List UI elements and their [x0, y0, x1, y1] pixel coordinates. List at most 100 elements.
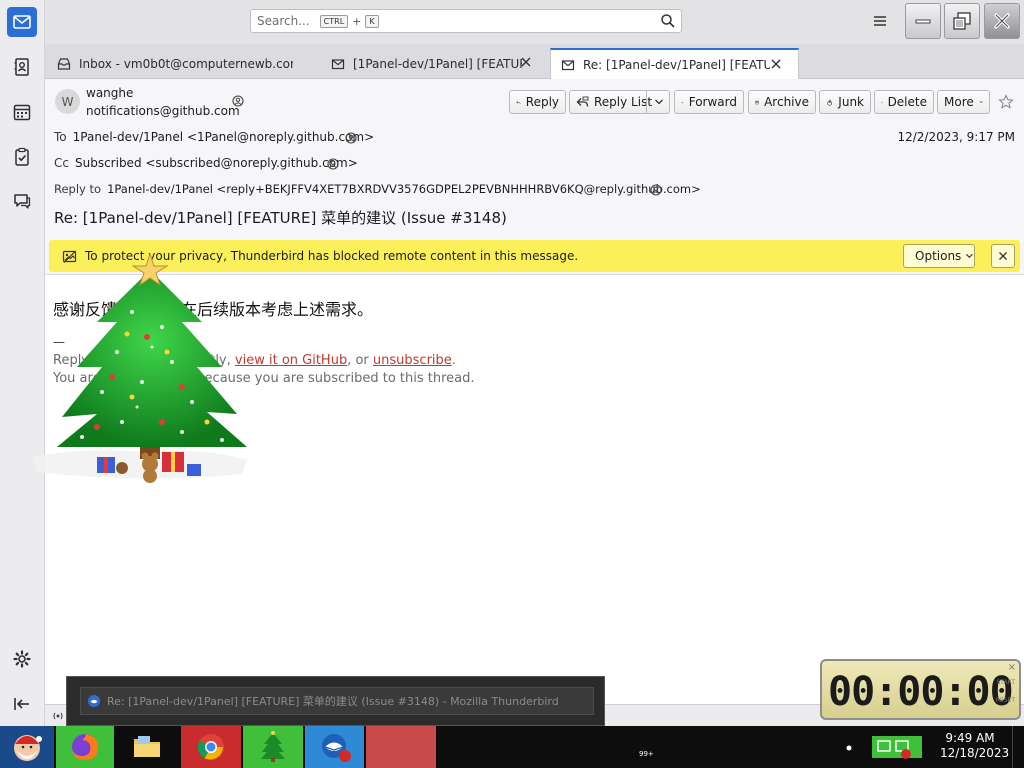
- from-name[interactable]: wanghe: [86, 86, 133, 100]
- reply-label: Reply: [525, 95, 559, 109]
- chat-button[interactable]: [7, 186, 37, 216]
- taskbar-preview-popup: Re: [1Panel-dev/1Panel] [FEATURE] 菜单的建议 …: [66, 676, 605, 726]
- reply-list-dropdown[interactable]: [646, 91, 670, 113]
- clock-digits: 00:00:00: [828, 669, 1014, 715]
- reply-button[interactable]: Reply: [509, 90, 566, 114]
- archive-button[interactable]: Archive: [748, 90, 816, 114]
- show-desktop-button[interactable]: [1012, 726, 1024, 768]
- to-row: To 1Panel-dev/1Panel <1Panel@noreply.gith…: [54, 130, 374, 144]
- reply-icon: [516, 100, 521, 104]
- forward-button[interactable]: Forward: [674, 90, 744, 114]
- taskbar-thunderbird[interactable]: 99+: [305, 726, 654, 768]
- add-contact-icon[interactable]: [232, 95, 244, 107]
- tab-reply-feature[interactable]: Re: [1Panel-dev/1Panel] [FEATURE]: [550, 48, 799, 79]
- star-icon[interactable]: [998, 94, 1014, 110]
- start-button[interactable]: [0, 726, 54, 768]
- taskbar-christmas-tree-app[interactable]: [243, 726, 303, 768]
- tray-time: 9:49 AM: [945, 731, 995, 745]
- delete-button[interactable]: Delete: [874, 90, 934, 114]
- calendar-button[interactable]: [7, 97, 37, 127]
- address-book-button[interactable]: [7, 52, 37, 82]
- unsubscribe-link[interactable]: unsubscribe: [373, 353, 452, 368]
- options-label: Options: [915, 249, 962, 263]
- taskbar-app-red[interactable]: [366, 726, 436, 768]
- add-contact-icon[interactable]: [327, 158, 339, 170]
- options-button[interactable]: Options: [903, 244, 975, 268]
- tab-label: [1Panel-dev/1Panel] [FEATURE] (Issu: [353, 56, 522, 71]
- junk-flame-icon: [827, 98, 832, 106]
- archive-icon: [755, 100, 759, 104]
- avatar: W: [55, 89, 80, 114]
- reply-list-label: Reply List: [594, 95, 653, 109]
- chrome-icon: [197, 734, 224, 760]
- tab-feature-issue[interactable]: [1Panel-dev/1Panel] [FEATURE] (Issu: [321, 48, 548, 79]
- tray-network-icon[interactable]: [872, 734, 922, 760]
- taskbar-chrome[interactable]: [181, 726, 241, 768]
- junk-button[interactable]: Junk: [819, 90, 871, 114]
- close-notification-button[interactable]: [991, 244, 1015, 268]
- online-status-icon[interactable]: [51, 709, 65, 723]
- preview-window-item[interactable]: Re: [1Panel-dev/1Panel] [FEATURE] 菜单的建议 …: [80, 687, 594, 715]
- close-tab-icon[interactable]: [770, 58, 782, 70]
- trash-icon: [881, 101, 883, 103]
- reply-to-row: Reply to 1Panel-dev/1Panel <reply+BEKJFFV…: [54, 182, 701, 196]
- to-value[interactable]: 1Panel-dev/1Panel <1Panel@noreply.github…: [73, 130, 375, 144]
- footer-suffix: .: [451, 353, 456, 368]
- address-book-icon: [14, 58, 29, 76]
- chevron-down-icon: [979, 100, 983, 104]
- settings-button[interactable]: [7, 644, 37, 674]
- clock-start-button[interactable]: START: [996, 679, 1015, 686]
- forward-icon: [681, 101, 684, 103]
- close-icon: [994, 13, 1010, 29]
- forward-label: Forward: [688, 95, 737, 109]
- tray-clock[interactable]: 9:49 AM 12/18/2023: [940, 731, 1010, 761]
- archive-label: Archive: [764, 95, 809, 109]
- collapse-left-icon: [14, 698, 29, 710]
- more-label: More: [944, 95, 974, 109]
- restore-icon: [953, 12, 971, 30]
- calendar-icon: [13, 104, 31, 121]
- close-tab-icon[interactable]: [520, 56, 532, 68]
- chevron-down-icon: [654, 99, 663, 105]
- thunderbird-icon: [88, 695, 100, 707]
- clock-close-button[interactable]: ×: [1008, 662, 1016, 673]
- message-header: W wanghe notifications@github.com Reply …: [45, 79, 1024, 275]
- cc-value[interactable]: Subscribed <subscribed@noreply.github.co…: [75, 156, 358, 170]
- message-date: 12/2/2023, 9:17 PM: [897, 130, 1015, 144]
- search-input[interactable]: Search... CTRL + K: [250, 9, 682, 33]
- cc-label: Cc: [54, 156, 69, 170]
- shortcut-plus: +: [352, 14, 362, 28]
- delete-label: Delete: [887, 95, 927, 109]
- search-placeholder: Search...: [257, 14, 310, 28]
- reply-list-button[interactable]: Reply List: [569, 90, 670, 114]
- add-contact-icon[interactable]: [345, 132, 357, 144]
- search-icon[interactable]: [660, 13, 676, 29]
- shortcut-key-k: K: [365, 14, 379, 28]
- close-window-button[interactable]: [984, 3, 1020, 39]
- minimize-button[interactable]: [905, 3, 941, 39]
- shortcut-key-ctrl: CTRL: [319, 14, 349, 28]
- collapse-toolbar-button[interactable]: [7, 689, 37, 719]
- tab-label: Inbox - vm0b0t@computernewb.com: [79, 56, 293, 71]
- clock-reset-button[interactable]: RESET: [996, 697, 1015, 704]
- reply-to-value[interactable]: 1Panel-dev/1Panel <reply+BEKJFFV4XET7BXR…: [107, 182, 701, 196]
- from-email[interactable]: notifications@github.com: [86, 104, 240, 118]
- chat-icon: [14, 194, 31, 209]
- christmas-tree-decoration: [32, 252, 247, 483]
- restore-button[interactable]: [944, 3, 980, 39]
- unread-badge: 99+: [639, 750, 654, 758]
- mail-space-button[interactable]: [7, 7, 37, 37]
- add-contact-icon[interactable]: [650, 184, 662, 196]
- taskbar-firefox[interactable]: [56, 726, 114, 768]
- inbox-icon: [57, 57, 71, 70]
- hamburger-menu-icon[interactable]: [871, 12, 889, 30]
- tray-date: 12/18/2023: [940, 746, 1010, 760]
- reply-list-icon: [576, 96, 589, 107]
- taskbar-file-explorer[interactable]: [116, 726, 178, 768]
- tray-dot-icon[interactable]: [845, 744, 853, 752]
- tasks-button[interactable]: [7, 142, 37, 172]
- more-button[interactable]: More: [937, 90, 990, 114]
- firefox-icon: [72, 734, 98, 760]
- santa-start-icon: [14, 735, 42, 761]
- tab-inbox[interactable]: Inbox - vm0b0t@computernewb.com: [47, 48, 293, 79]
